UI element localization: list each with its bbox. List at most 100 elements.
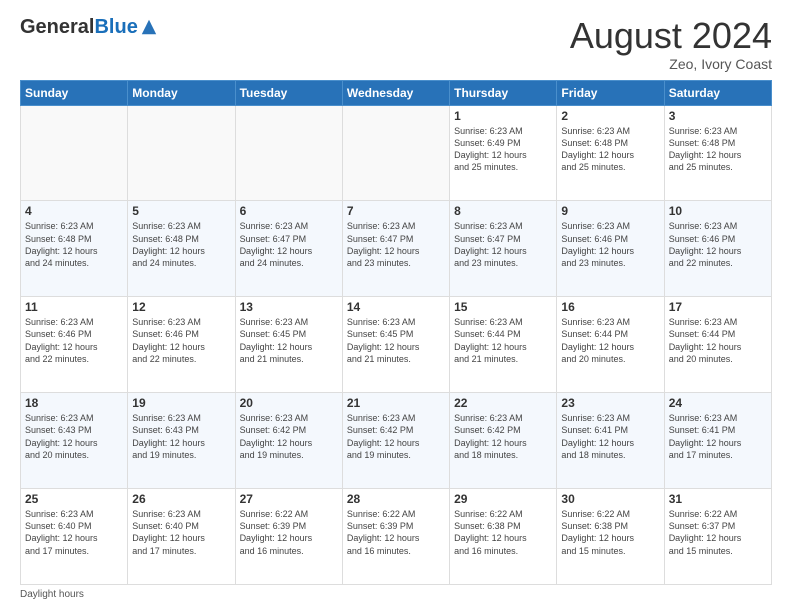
day-number: 3: [669, 109, 767, 123]
day-info: Sunrise: 6:22 AM Sunset: 6:39 PM Dayligh…: [347, 508, 445, 557]
calendar-cell: [21, 105, 128, 201]
day-number: 28: [347, 492, 445, 506]
day-number: 29: [454, 492, 552, 506]
day-number: 15: [454, 300, 552, 314]
calendar-cell: 30 Sunrise: 6:22 AM Sunset: 6:38 PM Dayli…: [557, 489, 664, 585]
day-info: Sunrise: 6:23 AM Sunset: 6:47 PM Dayligh…: [240, 220, 338, 269]
day-info: Sunrise: 6:23 AM Sunset: 6:42 PM Dayligh…: [240, 412, 338, 461]
calendar-cell: 13 Sunrise: 6:23 AM Sunset: 6:45 PM Dayli…: [235, 297, 342, 393]
calendar-cell: 22 Sunrise: 6:23 AM Sunset: 6:42 PM Dayli…: [450, 393, 557, 489]
calendar-week-1: 1 Sunrise: 6:23 AM Sunset: 6:49 PM Daylig…: [21, 105, 772, 201]
day-info: Sunrise: 6:22 AM Sunset: 6:38 PM Dayligh…: [454, 508, 552, 557]
calendar-header-thursday: Thursday: [450, 80, 557, 105]
logo-icon: [140, 18, 158, 36]
page: GeneralBlue August 2024 Zeo, Ivory Coast…: [0, 0, 792, 612]
calendar-cell: 8 Sunrise: 6:23 AM Sunset: 6:47 PM Daylig…: [450, 201, 557, 297]
calendar-cell: 1 Sunrise: 6:23 AM Sunset: 6:49 PM Daylig…: [450, 105, 557, 201]
title-block: August 2024 Zeo, Ivory Coast: [570, 16, 772, 72]
calendar-cell: 3 Sunrise: 6:23 AM Sunset: 6:48 PM Daylig…: [664, 105, 771, 201]
logo: GeneralBlue: [20, 16, 158, 38]
calendar-header-friday: Friday: [557, 80, 664, 105]
daylight-label: Daylight hours: [20, 589, 84, 600]
logo-general: General: [20, 16, 94, 38]
day-info: Sunrise: 6:23 AM Sunset: 6:46 PM Dayligh…: [669, 220, 767, 269]
day-info: Sunrise: 6:23 AM Sunset: 6:43 PM Dayligh…: [25, 412, 123, 461]
logo-text: GeneralBlue: [20, 16, 138, 38]
day-number: 24: [669, 396, 767, 410]
day-info: Sunrise: 6:23 AM Sunset: 6:47 PM Dayligh…: [454, 220, 552, 269]
calendar-cell: 16 Sunrise: 6:23 AM Sunset: 6:44 PM Dayli…: [557, 297, 664, 393]
day-info: Sunrise: 6:23 AM Sunset: 6:46 PM Dayligh…: [132, 316, 230, 365]
day-info: Sunrise: 6:23 AM Sunset: 6:45 PM Dayligh…: [347, 316, 445, 365]
day-number: 11: [25, 300, 123, 314]
day-info: Sunrise: 6:23 AM Sunset: 6:41 PM Dayligh…: [561, 412, 659, 461]
day-number: 30: [561, 492, 659, 506]
day-number: 5: [132, 204, 230, 218]
calendar-header-monday: Monday: [128, 80, 235, 105]
calendar-cell: 23 Sunrise: 6:23 AM Sunset: 6:41 PM Dayli…: [557, 393, 664, 489]
calendar-cell: 25 Sunrise: 6:23 AM Sunset: 6:40 PM Dayli…: [21, 489, 128, 585]
calendar-header-tuesday: Tuesday: [235, 80, 342, 105]
day-number: 12: [132, 300, 230, 314]
calendar-cell: 7Sunrise: 6:23 AM Sunset: 6:47 PM Daylig…: [342, 201, 449, 297]
calendar-cell: 10Sunrise: 6:23 AM Sunset: 6:46 PM Dayli…: [664, 201, 771, 297]
day-number: 22: [454, 396, 552, 410]
calendar-cell: 15 Sunrise: 6:23 AM Sunset: 6:44 PM Dayli…: [450, 297, 557, 393]
day-info: Sunrise: 6:23 AM Sunset: 6:44 PM Dayligh…: [669, 316, 767, 365]
calendar-cell: [342, 105, 449, 201]
day-info: Sunrise: 6:23 AM Sunset: 6:48 PM Dayligh…: [132, 220, 230, 269]
logo-blue: Blue: [94, 16, 137, 38]
calendar-cell: [235, 105, 342, 201]
day-number: 25: [25, 492, 123, 506]
day-number: 13: [240, 300, 338, 314]
day-info: Sunrise: 6:23 AM Sunset: 6:47 PM Dayligh…: [347, 220, 445, 269]
day-number: 14: [347, 300, 445, 314]
day-info: Sunrise: 6:23 AM Sunset: 6:44 PM Dayligh…: [561, 316, 659, 365]
day-info: Sunrise: 6:23 AM Sunset: 6:48 PM Dayligh…: [25, 220, 123, 269]
day-info: Sunrise: 6:23 AM Sunset: 6:48 PM Dayligh…: [669, 125, 767, 174]
day-info: Sunrise: 6:23 AM Sunset: 6:45 PM Dayligh…: [240, 316, 338, 365]
day-number: 26: [132, 492, 230, 506]
day-number: 18: [25, 396, 123, 410]
day-info: Sunrise: 6:23 AM Sunset: 6:49 PM Dayligh…: [454, 125, 552, 174]
calendar-cell: 11Sunrise: 6:23 AM Sunset: 6:46 PM Dayli…: [21, 297, 128, 393]
month-title: August 2024: [570, 16, 772, 56]
day-number: 17: [669, 300, 767, 314]
day-info: Sunrise: 6:22 AM Sunset: 6:38 PM Dayligh…: [561, 508, 659, 557]
calendar-week-4: 18 Sunrise: 6:23 AM Sunset: 6:43 PM Dayli…: [21, 393, 772, 489]
day-info: Sunrise: 6:23 AM Sunset: 6:46 PM Dayligh…: [561, 220, 659, 269]
calendar-cell: 4Sunrise: 6:23 AM Sunset: 6:48 PM Daylig…: [21, 201, 128, 297]
day-info: Sunrise: 6:23 AM Sunset: 6:40 PM Dayligh…: [25, 508, 123, 557]
calendar-cell: 20Sunrise: 6:23 AM Sunset: 6:42 PM Dayli…: [235, 393, 342, 489]
calendar-cell: 21Sunrise: 6:23 AM Sunset: 6:42 PM Dayli…: [342, 393, 449, 489]
calendar-cell: 18 Sunrise: 6:23 AM Sunset: 6:43 PM Dayli…: [21, 393, 128, 489]
calendar-cell: 5 Sunrise: 6:23 AM Sunset: 6:48 PM Daylig…: [128, 201, 235, 297]
calendar-cell: 24 Sunrise: 6:23 AM Sunset: 6:41 PM Dayli…: [664, 393, 771, 489]
day-info: Sunrise: 6:22 AM Sunset: 6:37 PM Dayligh…: [669, 508, 767, 557]
day-info: Sunrise: 6:23 AM Sunset: 6:48 PM Dayligh…: [561, 125, 659, 174]
day-info: Sunrise: 6:23 AM Sunset: 6:41 PM Dayligh…: [669, 412, 767, 461]
calendar-cell: 12 Sunrise: 6:23 AM Sunset: 6:46 PM Dayli…: [128, 297, 235, 393]
calendar-week-2: 4Sunrise: 6:23 AM Sunset: 6:48 PM Daylig…: [21, 201, 772, 297]
calendar-header-row: SundayMondayTuesdayWednesdayThursdayFrid…: [21, 80, 772, 105]
day-number: 1: [454, 109, 552, 123]
calendar-cell: 27Sunrise: 6:22 AM Sunset: 6:39 PM Dayli…: [235, 489, 342, 585]
day-number: 21: [347, 396, 445, 410]
day-number: 16: [561, 300, 659, 314]
day-info: Sunrise: 6:22 AM Sunset: 6:39 PM Dayligh…: [240, 508, 338, 557]
day-number: 8: [454, 204, 552, 218]
calendar-cell: 19Sunrise: 6:23 AM Sunset: 6:43 PM Dayli…: [128, 393, 235, 489]
calendar-cell: 17 Sunrise: 6:23 AM Sunset: 6:44 PM Dayli…: [664, 297, 771, 393]
calendar-header-saturday: Saturday: [664, 80, 771, 105]
day-info: Sunrise: 6:23 AM Sunset: 6:42 PM Dayligh…: [454, 412, 552, 461]
calendar-week-3: 11 Sunrise: 6:23 AM Sunset: 6:46 PM Dayli…: [21, 297, 772, 393]
day-info: Sunrise: 6:23 AM Sunset: 6:44 PM Dayligh…: [454, 316, 552, 365]
calendar-cell: 2Sunrise: 6:23 AM Sunset: 6:48 PM Daylig…: [557, 105, 664, 201]
footer: Daylight hours: [20, 589, 772, 600]
calendar-cell: 29 Sunrise: 6:22 AM Sunset: 6:38 PM Dayli…: [450, 489, 557, 585]
calendar-header-sunday: Sunday: [21, 80, 128, 105]
day-number: 31: [669, 492, 767, 506]
calendar-cell: [128, 105, 235, 201]
day-number: 23: [561, 396, 659, 410]
calendar-cell: 14 Sunrise: 6:23 AM Sunset: 6:45 PM Dayli…: [342, 297, 449, 393]
